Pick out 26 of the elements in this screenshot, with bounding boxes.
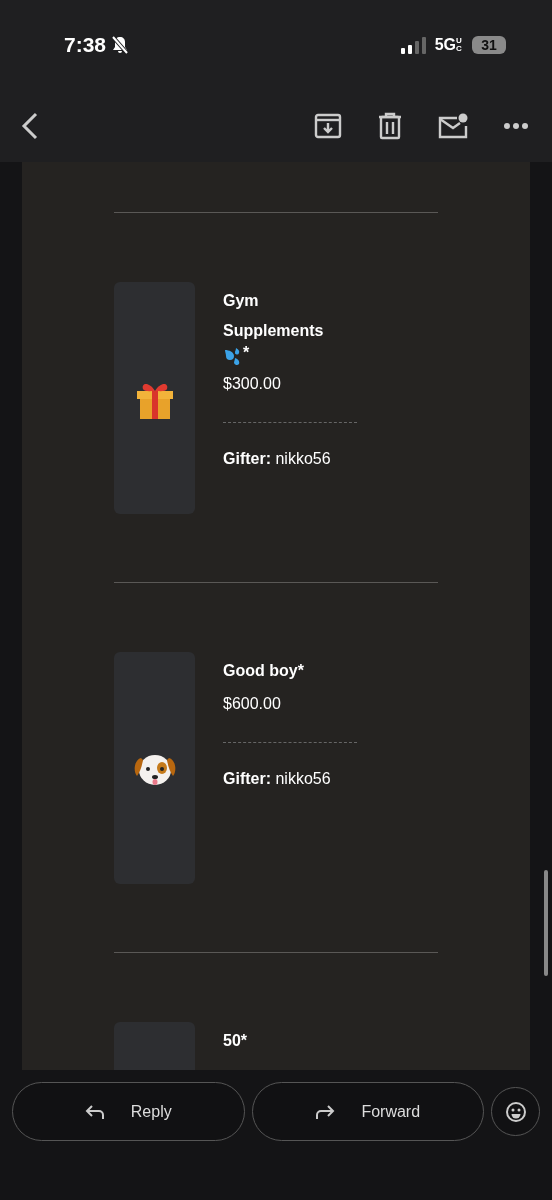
item-price: $600.00: [223, 694, 282, 714]
network-label: 5G: [434, 35, 456, 55]
clock-time: 7:38: [64, 32, 107, 59]
item-title: 50*: [223, 1031, 249, 1051]
reply-icon: [84, 1103, 105, 1120]
item-title: Gym Supplements: [223, 291, 325, 341]
gifter-text: Gifter: nikko56: [223, 449, 332, 469]
item-price: $300.00: [223, 374, 282, 394]
gifter-text: Gifter: nikko56: [223, 769, 332, 789]
scrollbar[interactable]: [544, 870, 548, 976]
forward-icon: [315, 1103, 336, 1120]
back-icon[interactable]: [20, 111, 40, 141]
mail-unread-icon[interactable]: [438, 113, 468, 139]
asterisk-mark: *: [243, 346, 250, 360]
signal-icon: [400, 36, 427, 54]
more-icon[interactable]: [504, 123, 528, 129]
emoji-button[interactable]: [491, 1087, 540, 1136]
forward-button[interactable]: Forward: [251, 1082, 484, 1141]
smiley-icon: [504, 1100, 527, 1123]
reply-button[interactable]: Reply: [12, 1082, 245, 1141]
delete-icon[interactable]: [378, 112, 402, 140]
bell-muted-icon: [110, 35, 131, 55]
item-title: Good boy*: [223, 661, 305, 681]
network-suffix: UC: [456, 37, 463, 53]
battery-level: 31: [472, 36, 506, 54]
archive-icon[interactable]: [314, 113, 342, 139]
